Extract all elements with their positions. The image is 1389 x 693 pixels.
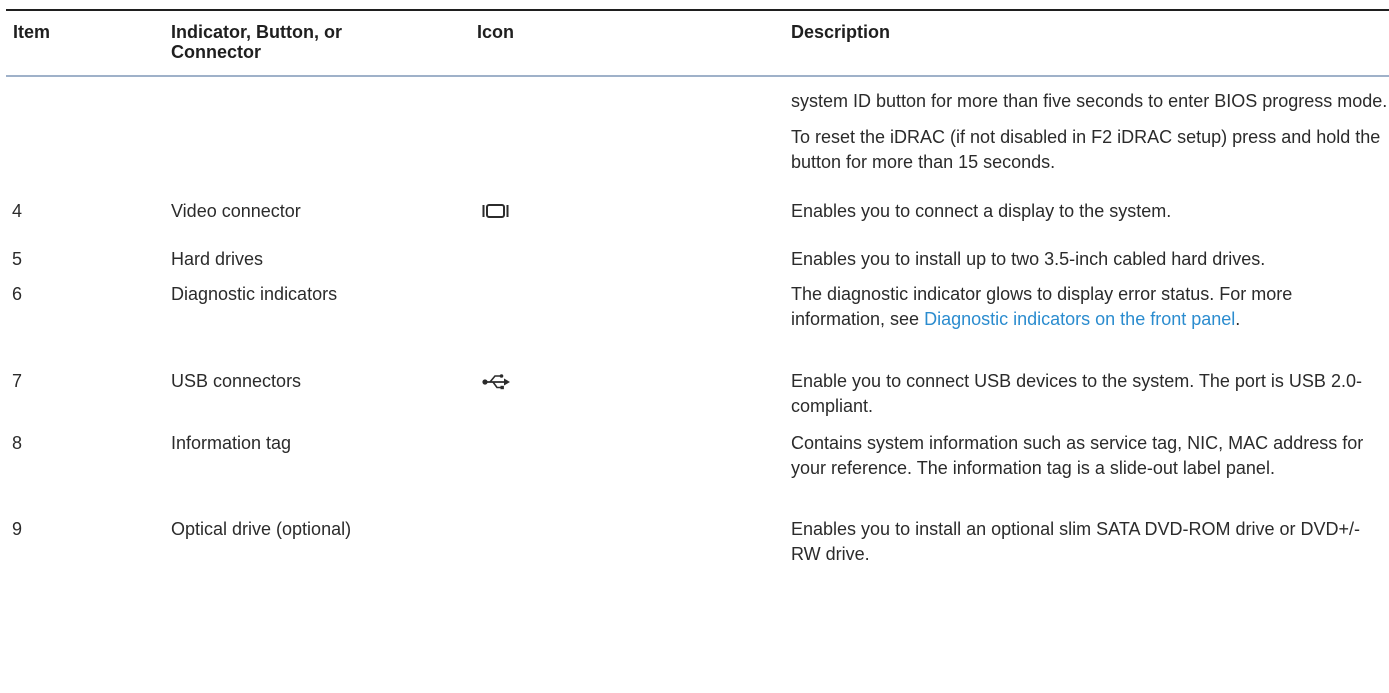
table-row: 8 Information tag Contains system inform…	[6, 431, 1389, 517]
usb-icon	[482, 369, 512, 397]
row-description: The diagnostic indicator glows to displa…	[791, 282, 1389, 332]
continued-description-part-1: system ID button for more than five seco…	[791, 91, 1388, 111]
row-description: Contains system information such as serv…	[791, 433, 1364, 478]
continued-description-part-2: To reset the iDRAC (if not disabled in F…	[791, 127, 1381, 172]
table-row: 6 Diagnostic indicators The diagnostic i…	[6, 282, 1389, 369]
row-item-number: 9	[12, 519, 23, 539]
table-header: Item Indicator, Button, or Connector Ico…	[6, 9, 1389, 77]
row-item-number: 4	[12, 201, 23, 221]
table-row: 7 USB connectors Enable you to connect U…	[6, 369, 1389, 431]
table-row: 5 Hard drives Enables you to install up …	[6, 247, 1389, 282]
header-description: Description	[791, 22, 891, 42]
continued-description: system ID button for more than five seco…	[791, 89, 1389, 175]
row-indicator: Information tag	[171, 433, 292, 453]
row-indicator: Diagnostic indicators	[171, 284, 338, 304]
header-icon: Icon	[477, 22, 515, 42]
row-item-number: 6	[12, 284, 23, 304]
table-row-continued: system ID button for more than five seco…	[6, 77, 1389, 199]
description-text-end: .	[1235, 309, 1241, 329]
header-item: Item	[13, 22, 51, 42]
row-indicator: Optical drive (optional)	[171, 519, 352, 539]
table-row: 4 Video connector Enables you to connect…	[6, 199, 1389, 247]
row-item-number: 7	[12, 371, 23, 391]
header-indicator: Indicator, Button, or Connector	[171, 22, 342, 62]
row-item-number: 5	[12, 249, 23, 269]
row-indicator: USB connectors	[171, 371, 302, 391]
row-item-number: 8	[12, 433, 23, 453]
connector-table: Item Indicator, Button, or Connector Ico…	[6, 9, 1389, 575]
diagnostic-indicators-link[interactable]: Diagnostic indicators on the front panel	[924, 309, 1235, 329]
table-row: 9 Optical drive (optional) Enables you t…	[6, 517, 1389, 575]
row-indicator: Video connector	[171, 201, 301, 221]
row-description: Enables you to install an optional slim …	[791, 519, 1361, 564]
row-description: Enables you to install up to two 3.5-inc…	[791, 249, 1266, 269]
row-indicator: Hard drives	[171, 249, 264, 269]
row-description: Enables you to connect a display to the …	[791, 201, 1172, 221]
row-description: Enable you to connect USB devices to the…	[791, 371, 1362, 416]
video-connector-icon	[482, 199, 509, 225]
